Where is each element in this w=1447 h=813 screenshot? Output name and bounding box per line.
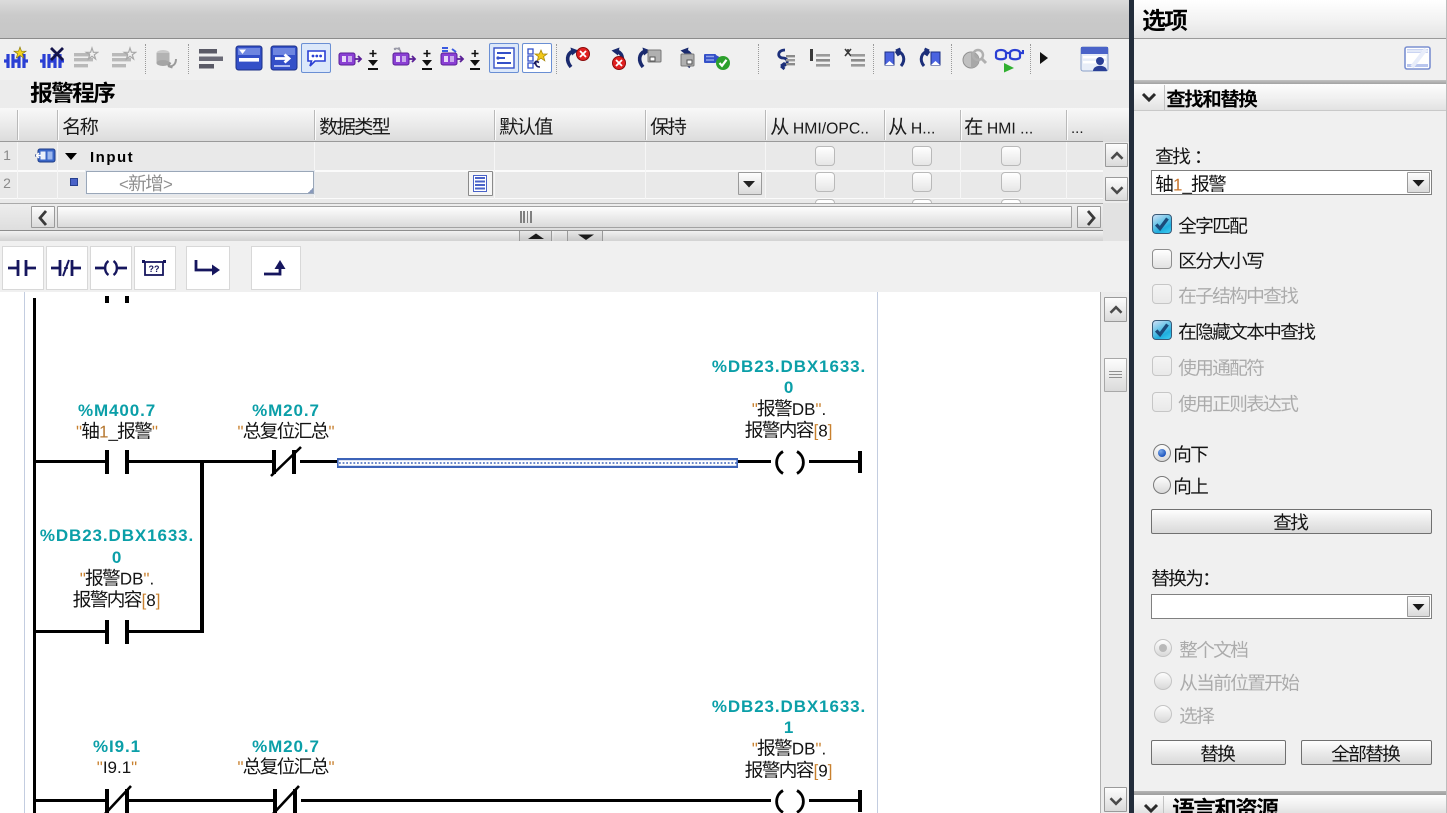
svg-text:??: ?? (149, 264, 160, 274)
